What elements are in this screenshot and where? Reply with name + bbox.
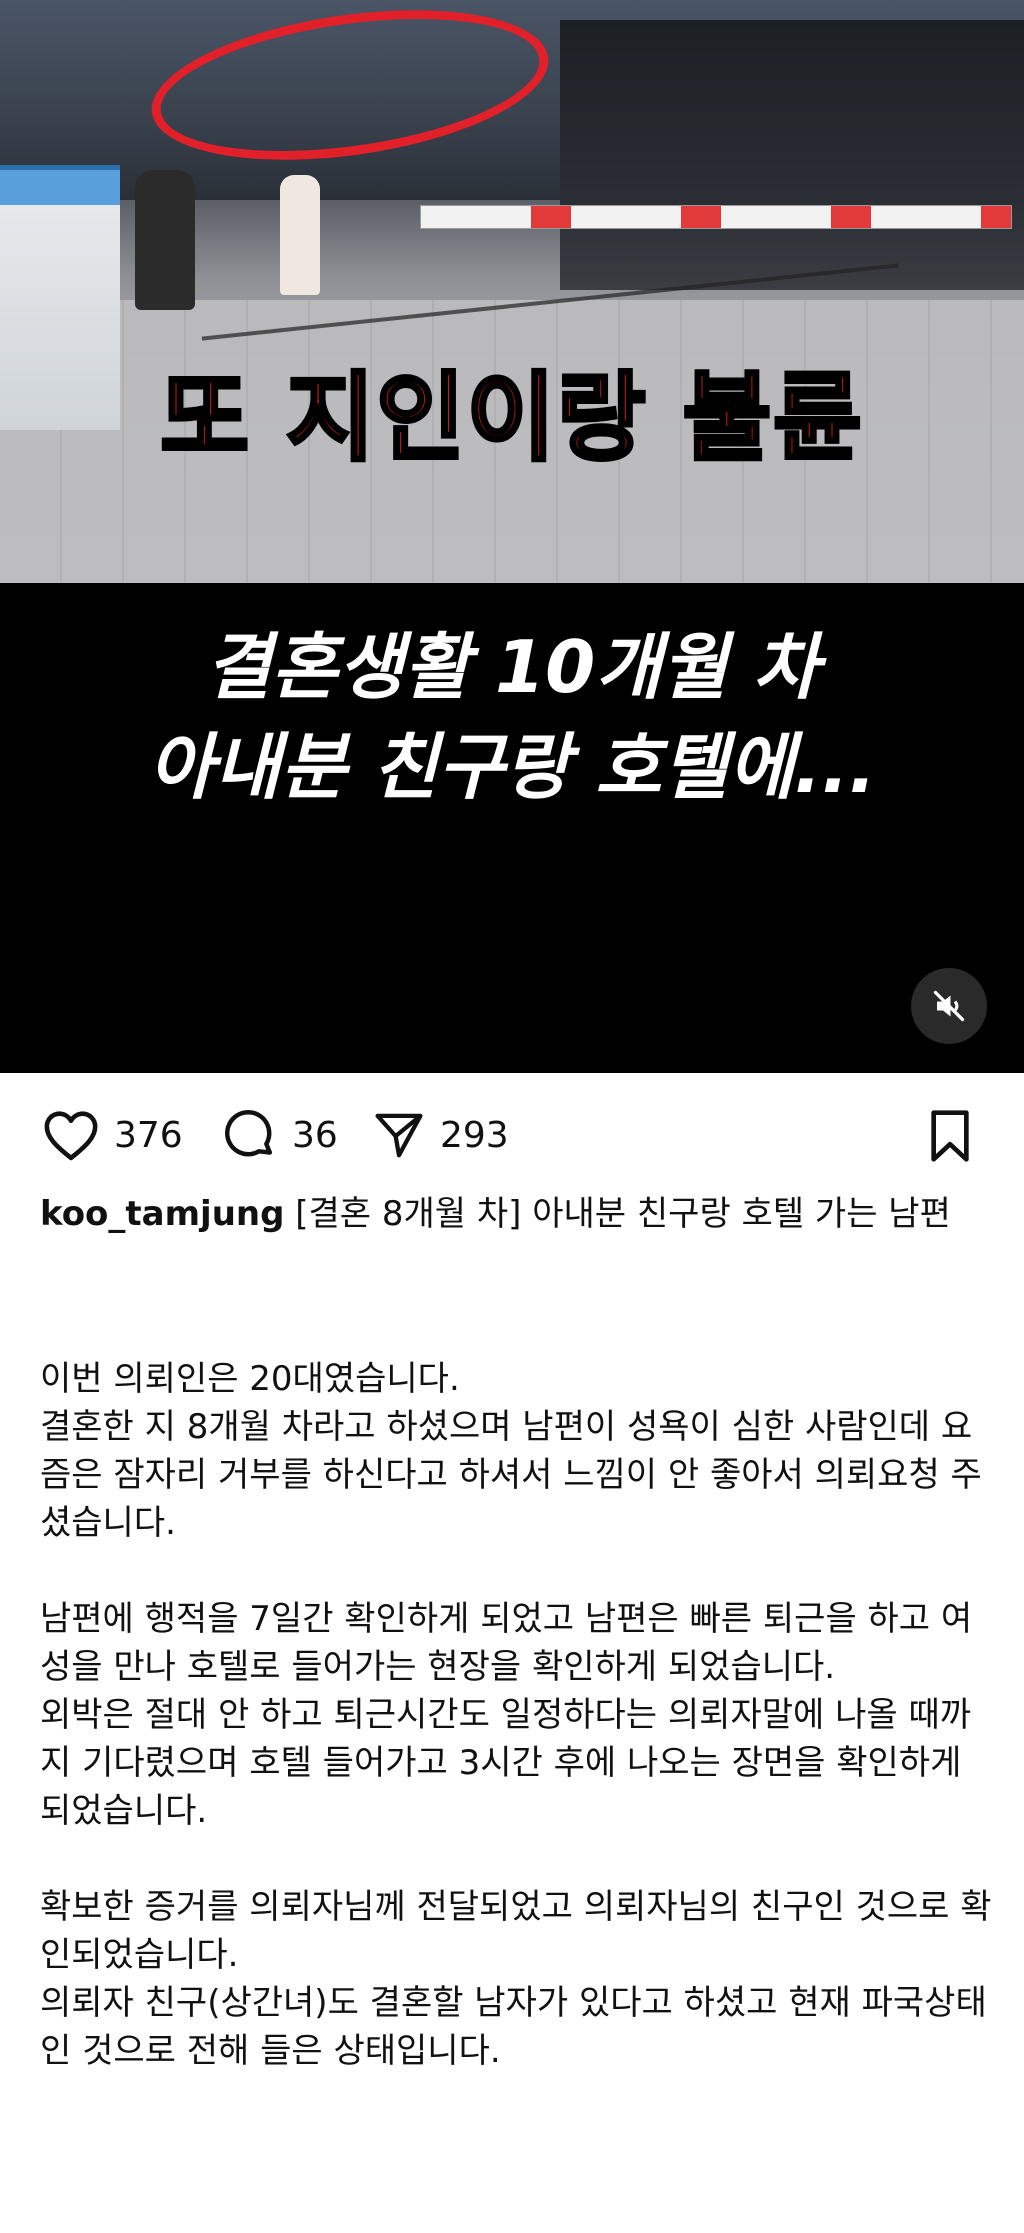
post-video[interactable]: 또 지인이랑 불륜 결혼생활 10개월 차 아내분 친구랑 호텔에... — [0, 0, 1024, 1073]
overlay-subtitle-line-1: 결혼생활 10개월 차 — [204, 625, 819, 709]
body-paragraph: 결혼한 지 8개월 차라고 하셨으며 남편이 성욕이 심한 사람인데 요즘은 잠… — [40, 1407, 982, 1543]
parking-barrier — [420, 205, 1012, 229]
send-icon — [375, 1113, 423, 1158]
bookmark-button[interactable] — [924, 1108, 976, 1168]
share-count: 293 — [440, 1114, 509, 1156]
blurred-person — [135, 170, 195, 310]
like-button[interactable]: 376 — [42, 1100, 183, 1170]
overlay-subtitle-line-2: 아내분 친구랑 호텔에... — [147, 725, 877, 809]
share-button[interactable]: 293 — [372, 1100, 509, 1170]
mute-button[interactable] — [911, 968, 987, 1044]
heart-icon — [44, 1111, 98, 1161]
post-body: 이번 의뢰인은 20대였습니다. 결혼한 지 8개월 차라고 하셨으며 남편이 … — [40, 1355, 1000, 2075]
body-paragraph: 확보한 증거를 의뢰자님께 전달되었고 의뢰자님의 친구인 것으로 확인되었습니… — [40, 1887, 992, 1975]
like-count: 376 — [114, 1114, 183, 1156]
username-link[interactable]: koo_tamjung — [40, 1194, 284, 1234]
cctv-photo: 또 지인이랑 불륜 — [0, 0, 1024, 583]
body-paragraph: 이번 의뢰인은 20대였습니다. — [40, 1359, 460, 1399]
body-paragraph: 의뢰자 친구(상간녀)도 결혼할 남자가 있다고 하셨고 현재 파국상태인 것으… — [40, 1983, 987, 2071]
post-title: [결혼 8개월 차] 아내분 친구랑 호텔 가는 남편 — [295, 1194, 951, 1234]
bookmark-icon — [931, 1110, 969, 1162]
speaker-muted-icon — [933, 990, 965, 1022]
comment-count: 36 — [292, 1114, 338, 1156]
comment-button[interactable]: 36 — [222, 1100, 338, 1170]
post-caption: koo_tamjung [결혼 8개월 차] 아내분 친구랑 호텔 가는 남편 — [40, 1190, 990, 1238]
blurred-person — [280, 175, 320, 295]
body-paragraph: 남편에 행적을 7일간 확인하게 되었고 남편은 빠른 퇴근을 하고 여성을 만… — [40, 1599, 973, 1687]
action-bar: 376 36 293 — [0, 1100, 1024, 1170]
overlay-headline: 또 지인이랑 불륜 — [158, 360, 864, 476]
comment-bubble-icon — [225, 1110, 273, 1157]
body-paragraph: 외박은 절대 안 하고 퇴근시간도 일정하다는 의뢰자말에 나올 때까지 기다렸… — [40, 1695, 972, 1831]
